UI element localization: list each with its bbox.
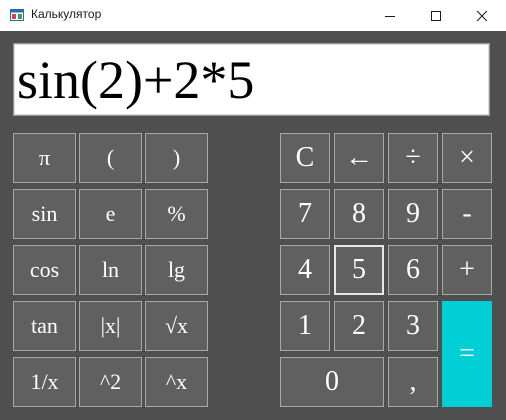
pi-button[interactable]: π <box>13 133 76 183</box>
digit-3-button[interactable]: 3 <box>388 301 438 351</box>
comma-button[interactable]: , <box>388 357 438 407</box>
divide-button[interactable]: ÷ <box>388 133 438 183</box>
close-paren-button[interactable]: ) <box>145 133 208 183</box>
close-icon <box>476 10 488 21</box>
backspace-button[interactable]: ← <box>334 133 384 183</box>
cos-button[interactable]: cos <box>13 245 76 295</box>
expression-display[interactable]: sin(2)+2*5 <box>13 43 490 116</box>
open-paren-button[interactable]: ( <box>79 133 142 183</box>
digit-9-button[interactable]: 9 <box>388 189 438 239</box>
close-button[interactable] <box>459 0 505 31</box>
percent-button[interactable]: % <box>145 189 208 239</box>
digit-2-button[interactable]: 2 <box>334 301 384 351</box>
minimize-icon <box>385 15 395 17</box>
expression-text: sin(2)+2*5 <box>17 50 255 110</box>
power-button[interactable]: ^x <box>145 357 208 407</box>
sin-button[interactable]: sin <box>13 189 76 239</box>
digit-7-button[interactable]: 7 <box>280 189 330 239</box>
maximize-icon <box>431 10 441 21</box>
e-button[interactable]: e <box>79 189 142 239</box>
square-button[interactable]: ^2 <box>79 357 142 407</box>
ln-button[interactable]: ln <box>79 245 142 295</box>
sqrt-button[interactable]: √x <box>145 301 208 351</box>
reciprocal-button[interactable]: 1/x <box>13 357 76 407</box>
digit-0-button[interactable]: 0 <box>280 357 384 407</box>
digit-6-button[interactable]: 6 <box>388 245 438 295</box>
tan-button[interactable]: tan <box>13 301 76 351</box>
plus-button[interactable]: + <box>442 245 492 295</box>
maximize-button[interactable] <box>413 0 459 31</box>
minimize-button[interactable] <box>367 0 413 31</box>
digit-1-button[interactable]: 1 <box>280 301 330 351</box>
digit-8-button[interactable]: 8 <box>334 189 384 239</box>
abs-button[interactable]: |x| <box>79 301 142 351</box>
digit-5-button[interactable]: 5 <box>334 245 384 295</box>
title-bar: Калькулятор <box>0 0 506 31</box>
app-window-icon <box>10 9 24 21</box>
equals-button[interactable]: = <box>442 301 492 407</box>
lg-button[interactable]: lg <box>145 245 208 295</box>
minus-button[interactable]: - <box>442 189 492 239</box>
clear-button[interactable]: C <box>280 133 330 183</box>
digit-4-button[interactable]: 4 <box>280 245 330 295</box>
window-title: Калькулятор <box>31 7 102 21</box>
multiply-button[interactable]: × <box>442 133 492 183</box>
